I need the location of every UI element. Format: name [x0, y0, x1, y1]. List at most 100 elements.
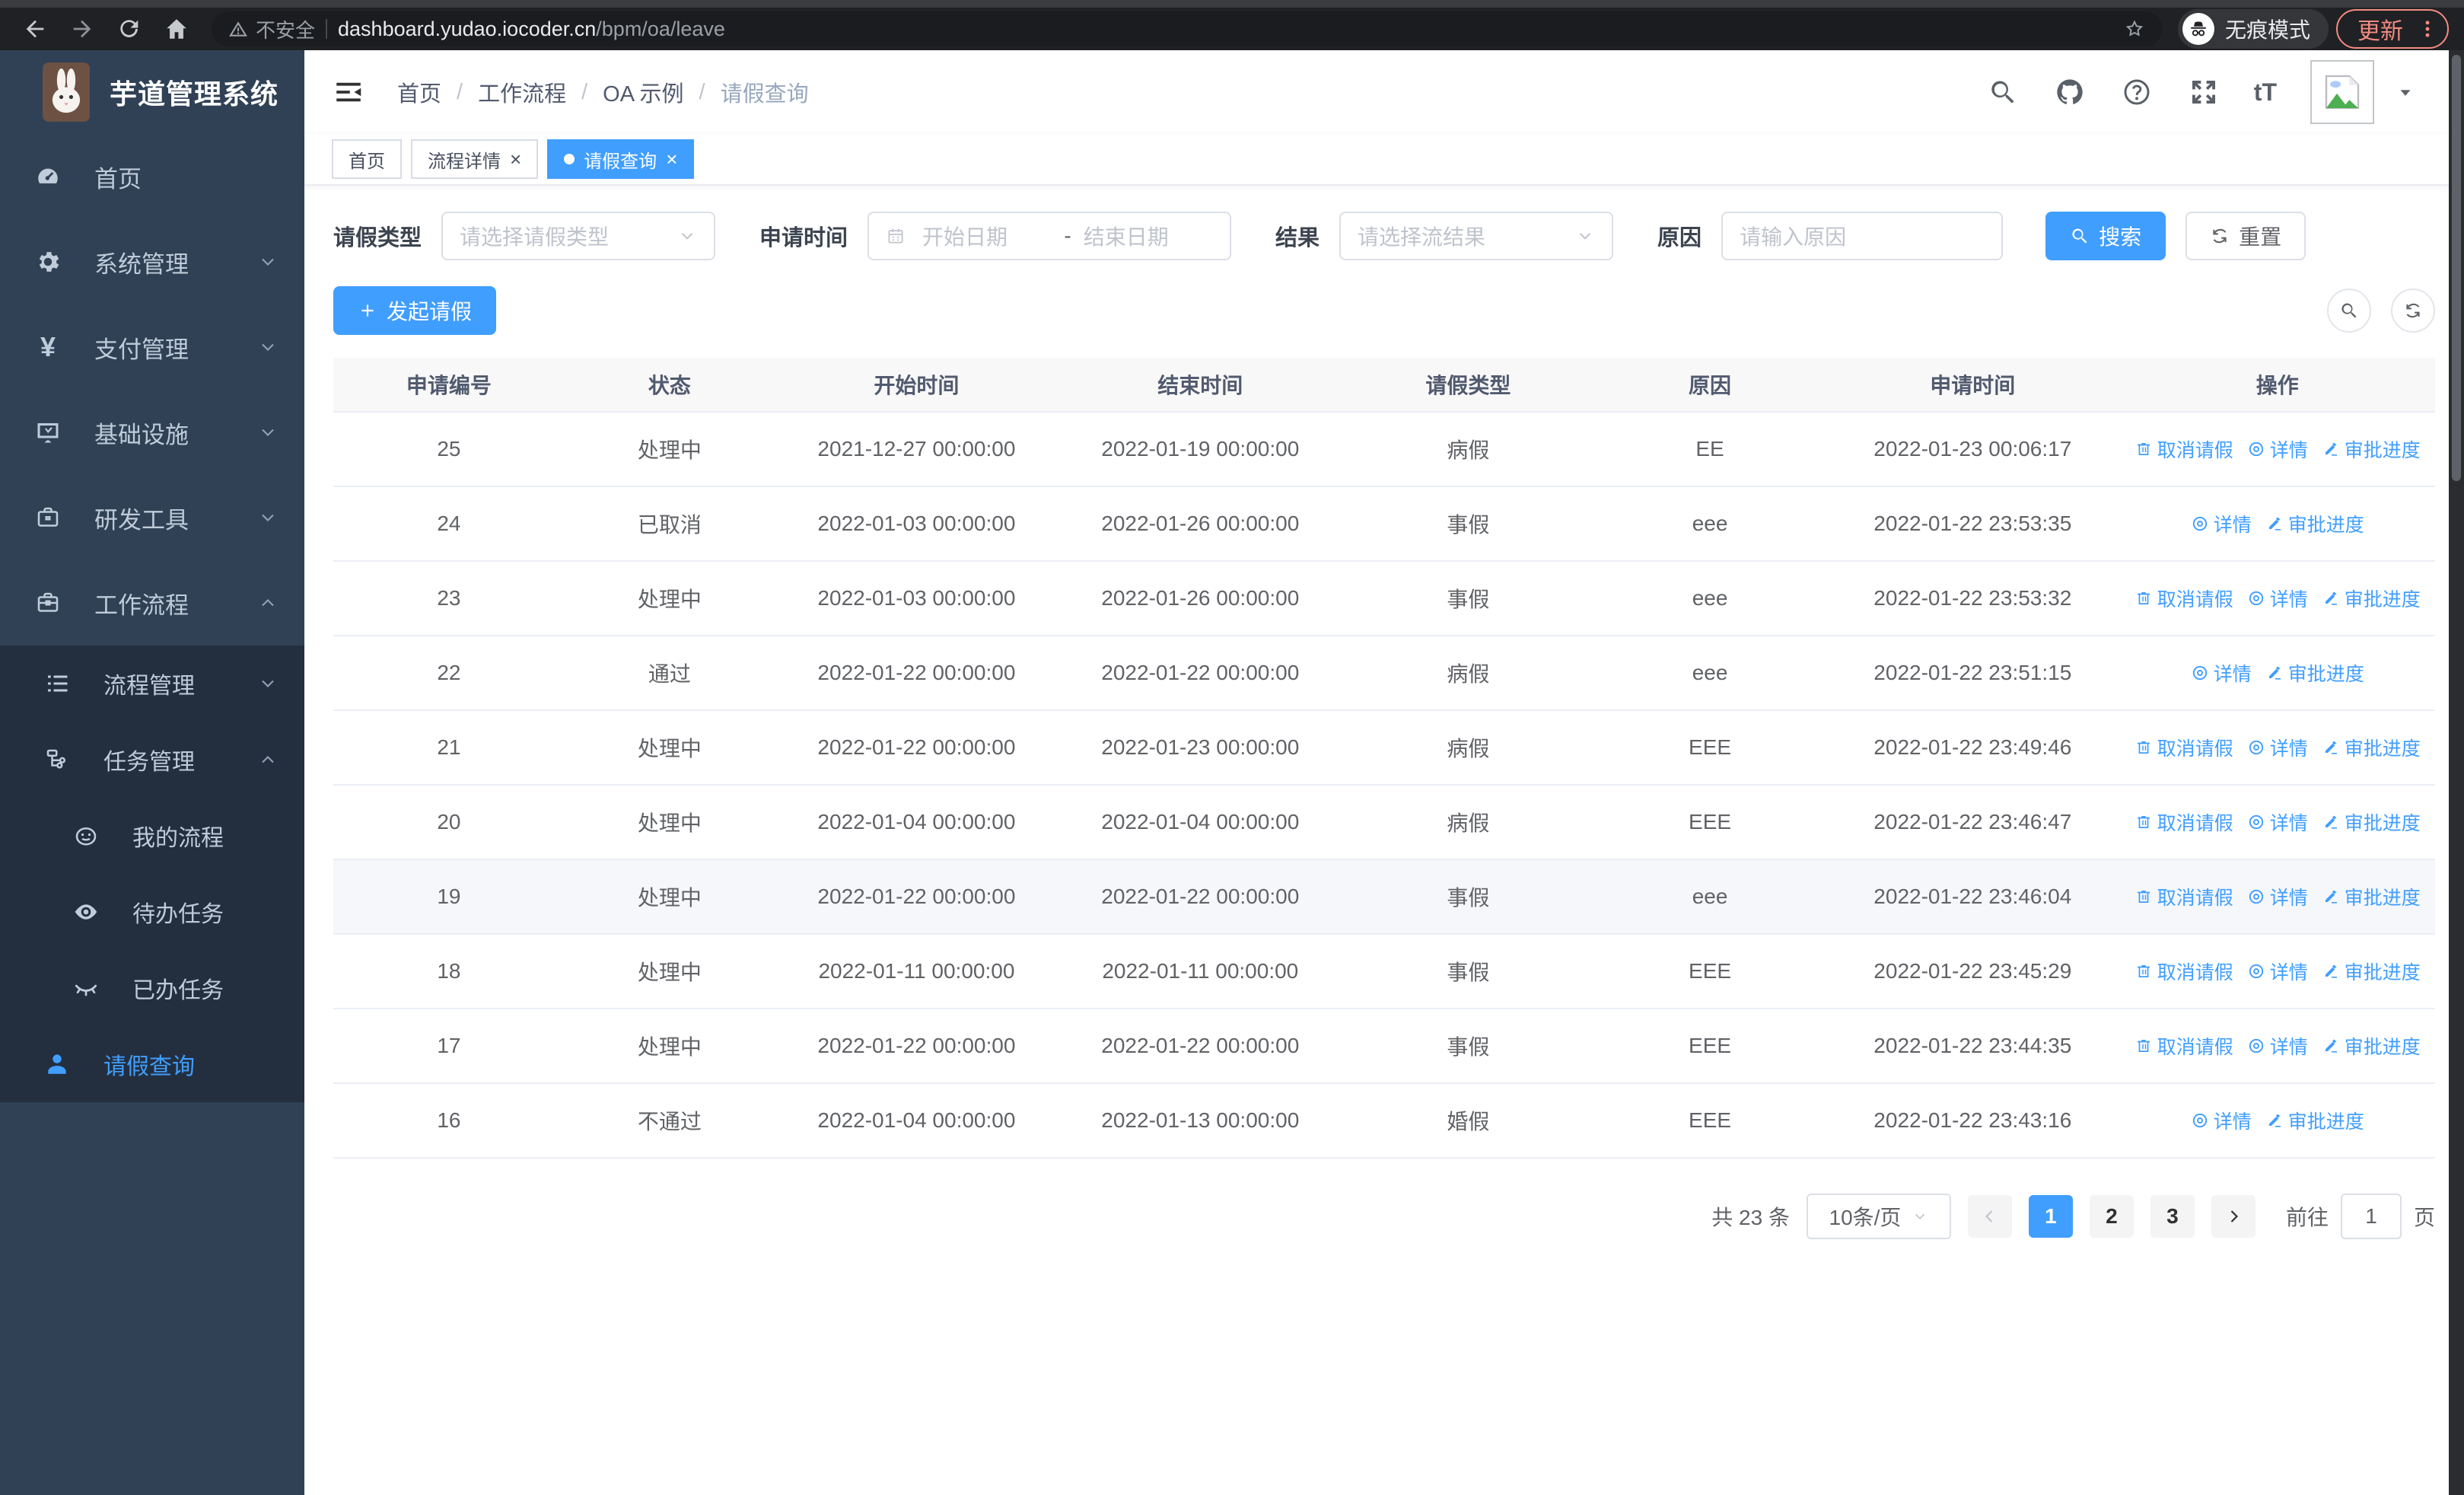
- sidebar-item-pay[interactable]: ¥ 支付管理: [0, 304, 304, 390]
- apply-time-range-picker[interactable]: 开始日期 - 结束日期: [867, 212, 1232, 260]
- cancel-action-link[interactable]: 取消请假: [2135, 585, 2233, 612]
- progress-action-link[interactable]: 审批进度: [2265, 510, 2364, 537]
- detail-action-link[interactable]: 详情: [2247, 958, 2308, 985]
- reason-input[interactable]: 请输入原因: [1721, 212, 2004, 260]
- cancel-action-link[interactable]: 取消请假: [2135, 808, 2233, 836]
- result-select[interactable]: 请选择流结果: [1339, 212, 1614, 260]
- filter-form: 请假类型 请选择请假类型 申请时间 开始日期 - 结束日期 结果 请选择流结果: [333, 212, 2435, 260]
- table-toolbar: 发起请假: [333, 286, 2435, 335]
- chevron-up-icon: [257, 749, 279, 770]
- back-icon[interactable]: [15, 12, 55, 46]
- browser-update-button[interactable]: 更新: [2336, 9, 2449, 49]
- cancel-action-link[interactable]: 取消请假: [2135, 734, 2233, 761]
- sidebar-item-home[interactable]: 首页: [0, 134, 304, 219]
- toggle-search-button[interactable]: [2327, 288, 2371, 333]
- detail-action-link[interactable]: 详情: [2191, 510, 2252, 537]
- goto-page-input[interactable]: [2340, 1194, 2402, 1239]
- sidebar-collapse-icon[interactable]: [330, 74, 367, 110]
- help-icon[interactable]: [2120, 75, 2154, 109]
- col-ops: 操作: [2255, 374, 2299, 397]
- detail-action-link[interactable]: 详情: [2247, 734, 2308, 761]
- sidebar-item-system[interactable]: 系统管理: [0, 219, 304, 304]
- table-row: 18 处理中 2022-01-11 00:00:00 2022-01-11 00:00…: [333, 935, 2435, 1009]
- sidebar-menu: 首页 系统管理 ¥ 支付管理 基础设施 研发工具 工作流程 流程管理 任务管理 …: [0, 134, 304, 1495]
- sidebar-item-process-mgmt[interactable]: 流程管理: [0, 645, 304, 722]
- goto-unit-label: 页: [2413, 1206, 2435, 1229]
- cell-status: 处理中: [637, 886, 702, 910]
- close-icon[interactable]: ×: [510, 149, 521, 169]
- sidebar-item-todo-tasks[interactable]: 待办任务: [0, 874, 304, 950]
- sidebar-item-infra[interactable]: 基础设施: [0, 390, 304, 475]
- avatar-caret-icon[interactable]: [2396, 82, 2415, 102]
- progress-action-link[interactable]: 审批进度: [2322, 1032, 2421, 1060]
- home-icon[interactable]: [157, 12, 196, 46]
- security-indicator[interactable]: 不安全: [228, 15, 315, 43]
- sidebar-item-done-tasks[interactable]: 已办任务: [0, 950, 304, 1026]
- page-button-3[interactable]: 3: [2150, 1195, 2195, 1238]
- cancel-action-link[interactable]: 取消请假: [2135, 1032, 2233, 1060]
- detail-action-link[interactable]: 详情: [2247, 435, 2308, 463]
- progress-action-link[interactable]: 审批进度: [2322, 958, 2421, 985]
- sidebar-item-task-mgmt[interactable]: 任务管理: [0, 722, 304, 798]
- breadcrumb-item[interactable]: 首页: [397, 76, 441, 108]
- refresh-table-button[interactable]: [2391, 288, 2435, 333]
- search-button[interactable]: 搜索: [2045, 212, 2166, 260]
- refresh-icon: [2210, 226, 2230, 246]
- cancel-action-link[interactable]: 取消请假: [2135, 958, 2233, 985]
- progress-action-link[interactable]: 审批进度: [2322, 734, 2421, 761]
- scrollbar-thumb[interactable]: [2452, 55, 2461, 481]
- cell-id: 24: [437, 512, 461, 535]
- detail-action-link[interactable]: 详情: [2247, 883, 2308, 910]
- tab-process-detail[interactable]: 流程详情 ×: [411, 139, 539, 179]
- breadcrumb-item[interactable]: 工作流程: [478, 76, 566, 108]
- progress-action-link[interactable]: 审批进度: [2265, 659, 2364, 687]
- progress-action-link[interactable]: 审批进度: [2265, 1107, 2364, 1134]
- app-logo[interactable]: 芋道管理系统: [0, 50, 304, 134]
- detail-action-link[interactable]: 详情: [2247, 808, 2308, 836]
- next-page-button[interactable]: [2211, 1195, 2255, 1238]
- progress-action-link[interactable]: 审批进度: [2322, 435, 2421, 463]
- cell-id: 21: [437, 735, 461, 759]
- page-button-1[interactable]: 1: [2028, 1195, 2073, 1238]
- sidebar-item-devtools[interactable]: 研发工具: [0, 475, 304, 560]
- detail-action-link[interactable]: 详情: [2247, 585, 2308, 612]
- search-icon[interactable]: [1986, 75, 2020, 109]
- goto-label: 前往: [2285, 1206, 2329, 1229]
- address-bar[interactable]: 不安全 dashboard.yudao.iocoder.cn/bpm/oa/le…: [212, 11, 2163, 46]
- detail-action-link[interactable]: 详情: [2191, 1107, 2252, 1134]
- reload-icon[interactable]: [110, 12, 149, 46]
- tab-leave-query[interactable]: 请假查询 ×: [547, 139, 695, 179]
- kebab-menu-icon[interactable]: [2417, 18, 2438, 40]
- create-leave-button[interactable]: 发起请假: [333, 286, 497, 335]
- progress-action-link[interactable]: 审批进度: [2322, 585, 2421, 612]
- font-size-icon[interactable]: tT: [2254, 78, 2277, 107]
- breadcrumb: 首页 / 工作流程 / OA 示例 / 请假查询: [397, 76, 809, 108]
- page-button-2[interactable]: 2: [2089, 1195, 2134, 1238]
- reset-button[interactable]: 重置: [2185, 212, 2306, 260]
- cancel-action-link[interactable]: 取消请假: [2135, 883, 2233, 910]
- detail-action-link[interactable]: 详情: [2247, 1032, 2308, 1060]
- sidebar-item-workflow[interactable]: 工作流程: [0, 560, 304, 645]
- leave-type-select[interactable]: 请选择请假类型: [441, 212, 716, 260]
- browser-scrollbar[interactable]: [2449, 50, 2464, 1495]
- prev-page-button[interactable]: [1967, 1195, 2012, 1238]
- page-size-select[interactable]: 10条/页: [1806, 1194, 1951, 1239]
- forward-icon[interactable]: [62, 12, 102, 46]
- avatar[interactable]: [2310, 60, 2374, 124]
- cell-id: 22: [437, 661, 461, 684]
- fullscreen-icon[interactable]: [2187, 75, 2220, 109]
- progress-action-link[interactable]: 审批进度: [2322, 808, 2421, 836]
- progress-action-link[interactable]: 审批进度: [2322, 883, 2421, 910]
- tab-home[interactable]: 首页: [332, 139, 402, 179]
- breadcrumb-item[interactable]: OA 示例: [603, 76, 683, 108]
- sidebar-item-leave-query[interactable]: 请假查询: [0, 1026, 304, 1102]
- cancel-action-link[interactable]: 取消请假: [2135, 435, 2233, 463]
- table-row: 20 处理中 2022-01-04 00:00:00 2022-01-04 00:00…: [333, 786, 2435, 860]
- cell-status: 处理中: [637, 737, 702, 760]
- bookmark-star-icon[interactable]: [2123, 18, 2146, 40]
- detail-action-link[interactable]: 详情: [2191, 659, 2252, 687]
- sidebar-item-my-process[interactable]: 我的流程: [0, 798, 304, 874]
- cell-actions: 取消请假 详情 审批进度: [2120, 585, 2435, 613]
- github-icon[interactable]: [2053, 75, 2087, 109]
- close-icon[interactable]: ×: [666, 149, 677, 169]
